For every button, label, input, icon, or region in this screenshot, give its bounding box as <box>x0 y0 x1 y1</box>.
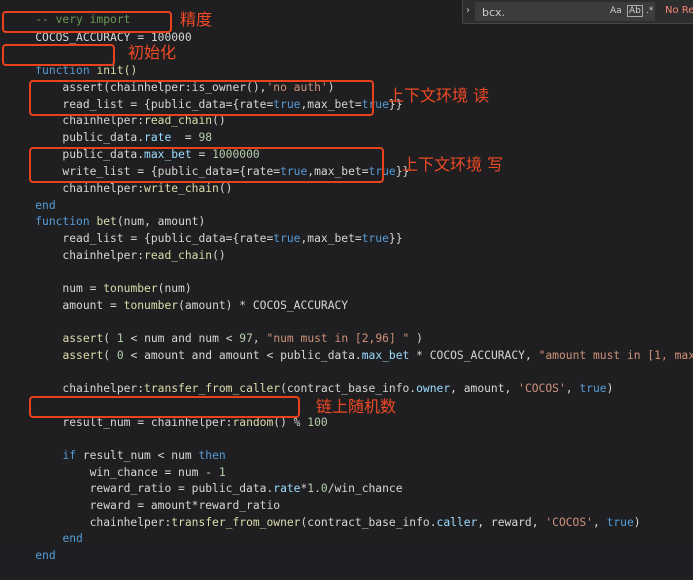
code-line-7: public_data.rate = 98 <box>8 114 212 144</box>
code-line-15: num = tonumber(num) <box>8 265 191 295</box>
code-line-17: assert( 1 < num and num < 97, "num must … <box>8 315 423 345</box>
code-text: ( <box>103 349 117 362</box>
code-line-11: end <box>8 182 55 212</box>
code-line-24: reward = amount*reward_ratio <box>8 482 280 512</box>
code-text: ) <box>633 516 641 529</box>
code-line-23: reward_ratio = public_data.rate*1.0/win_… <box>8 465 403 495</box>
code-text: < amount and amount < public_data. <box>123 349 362 362</box>
code-text: (contract_base_info. <box>280 382 417 395</box>
highlight-box-random <box>29 396 300 418</box>
bool-literal: true <box>606 516 634 529</box>
code-line-4: assert(chainhelper:is_owner(),'no auth') <box>8 64 334 94</box>
code-text: ,max_bet= <box>300 232 362 245</box>
code-text: }} <box>388 232 403 245</box>
find-widget: › bcx. Aa Ab .* No Res <box>462 0 693 24</box>
code-line-18: assert( 0 < amount and amount < public_d… <box>8 332 693 362</box>
whole-word-icon[interactable]: Ab <box>627 5 643 17</box>
code-line-13: read_list = {public_data={rate=true,max_… <box>8 215 402 245</box>
bool-literal: true <box>579 382 607 395</box>
function-call: tonumber <box>123 299 179 312</box>
string-literal: 'COCOS' <box>545 516 593 529</box>
code-text: amount = <box>35 299 124 312</box>
function-call: assert <box>62 349 104 362</box>
code-text: , <box>565 382 580 395</box>
code-text: /win_chance <box>327 482 403 495</box>
property-name: max_bet <box>361 349 410 362</box>
code-text: , reward, <box>477 516 546 529</box>
match-case-icon[interactable]: Aa <box>609 5 623 17</box>
regex-icon[interactable]: .* <box>645 5 654 17</box>
bool-literal: true <box>361 232 389 245</box>
code-line-12: function bet(num, amount) <box>8 198 205 228</box>
code-text: (contract_base_info. <box>300 516 437 529</box>
string-literal: "amount must in [1, max]" <box>538 349 693 362</box>
function-call: transfer_from_caller <box>144 382 281 395</box>
string-literal: 'COCOS' <box>518 382 566 395</box>
annotation-context-write: 上下文环境 写 <box>402 155 504 174</box>
function-call: transfer_from_owner <box>171 516 301 529</box>
code-line-22: win_chance = num - 1 <box>8 449 226 479</box>
function-call: write_chain <box>144 182 219 195</box>
code-text: , <box>592 516 607 529</box>
annotation-context-read: 上下文环境 读 <box>388 86 490 105</box>
code-text: () <box>218 182 233 195</box>
code-line-19: chainhelper:transfer_from_caller(contrac… <box>8 365 613 395</box>
code-text: , amount, <box>450 382 519 395</box>
code-text: ) <box>606 382 614 395</box>
property-name: caller <box>436 516 478 529</box>
annotation-random: 链上随机数 <box>316 397 397 416</box>
number-literal: 100 <box>307 416 328 429</box>
chevron-right-icon[interactable]: › <box>466 5 470 16</box>
code-line-14: chainhelper:read_chain() <box>8 232 225 262</box>
highlight-box-write-chain <box>29 147 384 183</box>
find-result-status: No Res <box>665 5 693 16</box>
bool-literal: true <box>273 232 301 245</box>
code-line-25: chainhelper:transfer_from_owner(contract… <box>8 499 641 529</box>
code-text: chainhelper: <box>35 382 145 395</box>
annotation-init: 初始化 <box>128 43 177 62</box>
annotation-precision: 精度 <box>180 10 213 29</box>
number-literal: 0 <box>116 349 124 362</box>
code-line-27: end <box>8 532 55 562</box>
code-line-16: amount = tonumber(amount) * COCOS_ACCURA… <box>8 282 348 312</box>
number-literal: 1.0 <box>307 482 328 495</box>
code-text: chainhelper: <box>35 249 145 262</box>
code-text: () <box>212 249 226 262</box>
highlight-box-read-chain <box>29 80 374 116</box>
code-editor[interactable]: -- very import COCOS_ACCURACY = 100000 f… <box>0 0 693 562</box>
function-call: read_chain <box>144 249 213 262</box>
code-line-21: if result_num < num then <box>8 432 225 462</box>
highlight-box-accuracy <box>2 11 172 33</box>
keyword-end: end <box>35 549 56 562</box>
code-line-26: end <box>8 515 82 545</box>
property-name: owner <box>416 382 451 395</box>
highlight-box-init <box>2 44 115 66</box>
find-query-text: bcx. <box>482 6 506 19</box>
code-line-8: public_data.max_bet = 1000000 <box>8 131 259 161</box>
code-text: (amount) * COCOS_ACCURACY <box>178 299 349 312</box>
keyword-end: end <box>62 532 83 545</box>
code-text: * COCOS_ACCURACY, <box>409 349 539 362</box>
